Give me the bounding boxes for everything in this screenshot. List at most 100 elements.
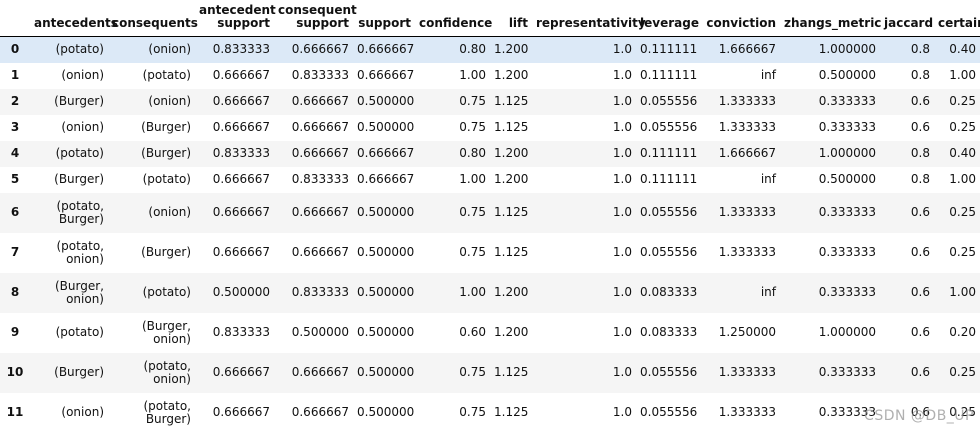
cell-certainty: 0.20	[949, 325, 976, 339]
row-index: 9	[10, 325, 20, 339]
cell-leverage: 0.111111	[640, 146, 698, 160]
cell-antecedents: (potato)	[55, 325, 104, 339]
cell-antecedents: (potato)	[55, 146, 104, 160]
row-index: 6	[10, 205, 20, 219]
cell-certainty: 1.00	[949, 172, 976, 186]
cell-conviction: inf	[760, 285, 776, 299]
cell-lift: 1.125	[494, 405, 529, 419]
cell-lift: 1.200	[494, 146, 529, 160]
cell-zhangs-metric: 1.000000	[818, 325, 876, 339]
row-index: 11	[6, 405, 24, 419]
cell-consequent-support: 0.666667	[291, 365, 349, 379]
cell-confidence: 1.00	[459, 68, 486, 82]
row-index: 0	[10, 42, 20, 57]
cell-zhangs-metric: 0.500000	[818, 68, 876, 82]
cell-confidence: 1.00	[459, 172, 486, 186]
cell-zhangs-metric: 0.333333	[818, 405, 876, 419]
cell-confidence: 0.75	[459, 94, 486, 108]
cell-representativity: 1.0	[612, 94, 632, 108]
table-row[interactable]: 6 (potato, Burger) (onion) 0.666667 0.666667…	[0, 192, 980, 233]
cell-leverage: 0.055556	[640, 205, 698, 219]
cell-confidence: 0.75	[459, 245, 486, 259]
table-row[interactable]: 10 (Burger) (potato, onion) 0.666667 0.66666…	[0, 352, 980, 393]
cell-jaccard: 0.6	[910, 94, 930, 108]
cell-consequent-support: 0.666667	[291, 42, 349, 57]
cell-consequents: (potato)	[142, 172, 191, 186]
column-header-conviction: conviction	[700, 0, 780, 37]
cell-consequents: (Burger)	[141, 146, 191, 160]
cell-representativity: 1.0	[612, 285, 632, 299]
table-row[interactable]: 9 (potato) (Burger, onion) 0.833333 0.500000…	[0, 312, 980, 353]
cell-confidence: 0.75	[459, 365, 486, 379]
cell-representativity: 1.0	[612, 42, 632, 57]
cell-conviction: 1.333333	[718, 245, 776, 259]
column-header-antecedent-support: antecedent support	[195, 0, 276, 37]
cell-representativity: 1.0	[612, 172, 632, 186]
cell-antecedent-support: 0.666667	[212, 94, 270, 108]
cell-conviction: 1.333333	[718, 405, 776, 419]
table-row[interactable]: 3 (onion) (Burger) 0.666667 0.666667 0.500000…	[0, 114, 980, 141]
cell-jaccard: 0.8	[910, 42, 930, 57]
cell-consequents: (potato, Burger)	[143, 398, 191, 426]
cell-leverage: 0.055556	[640, 94, 698, 108]
cell-support: 0.500000	[357, 120, 415, 134]
cell-zhangs-metric: 0.333333	[818, 245, 876, 259]
cell-certainty: 0.25	[949, 405, 976, 419]
cell-support: 0.500000	[357, 205, 415, 219]
cell-consequent-support: 0.666667	[291, 205, 349, 219]
cell-zhangs-metric: 0.500000	[818, 172, 876, 186]
table-row[interactable]: 8 (Burger, onion) (potato) 0.500000 0.833333…	[0, 272, 980, 313]
row-index: 7	[10, 245, 20, 259]
cell-antecedent-support: 0.833333	[212, 325, 270, 339]
cell-jaccard: 0.6	[910, 365, 930, 379]
cell-leverage: 0.055556	[640, 245, 698, 259]
column-header-zhangs-metric: zhangs_metric	[780, 0, 881, 37]
cell-support: 0.500000	[357, 405, 415, 419]
cell-certainty: 1.00	[949, 285, 976, 299]
table-row[interactable]: 0 (potato) (onion) 0.833333 0.666667 0.666667…	[0, 36, 980, 63]
row-index: 5	[10, 172, 20, 186]
cell-lift: 1.200	[494, 285, 529, 299]
cell-antecedent-support: 0.666667	[212, 365, 270, 379]
cell-jaccard: 0.8	[910, 172, 930, 186]
cell-zhangs-metric: 0.333333	[818, 120, 876, 134]
column-header-representativity: representativity	[532, 0, 646, 37]
cell-antecedent-support: 0.666667	[212, 68, 270, 82]
table-row[interactable]: 5 (Burger) (potato) 0.666667 0.833333 0.66666…	[0, 166, 980, 193]
cell-antecedents: (Burger)	[54, 365, 104, 379]
cell-support: 0.500000	[357, 245, 415, 259]
cell-leverage: 0.111111	[640, 68, 698, 82]
cell-consequents: (onion)	[148, 205, 191, 219]
cell-leverage: 0.055556	[640, 365, 698, 379]
cell-consequent-support: 0.666667	[291, 405, 349, 419]
cell-antecedents: (Burger)	[54, 94, 104, 108]
header-row: antecedents consequents antecedent suppo…	[0, 0, 980, 37]
row-index: 10	[6, 365, 24, 379]
table-row[interactable]: 2 (Burger) (onion) 0.666667 0.666667 0.500000…	[0, 88, 980, 115]
cell-representativity: 1.0	[612, 120, 632, 134]
cell-antecedent-support: 0.833333	[212, 42, 270, 57]
cell-consequents: (Burger)	[141, 245, 191, 259]
cell-lift: 1.125	[494, 365, 529, 379]
column-header-lift: lift	[490, 0, 532, 37]
cell-confidence: 0.80	[459, 42, 486, 57]
cell-jaccard: 0.6	[910, 405, 930, 419]
cell-leverage: 0.083333	[640, 325, 698, 339]
cell-consequents: (Burger, onion)	[142, 318, 191, 346]
cell-lift: 1.200	[494, 172, 529, 186]
cell-jaccard: 0.6	[910, 245, 930, 259]
table-row[interactable]: 4 (potato) (Burger) 0.833333 0.666667 0.66666…	[0, 140, 980, 167]
cell-support: 0.500000	[357, 325, 415, 339]
index-header	[0, 0, 30, 37]
table-row[interactable]: 11 (onion) (potato, Burger) 0.666667 0.66666…	[0, 392, 980, 433]
cell-jaccard: 0.6	[910, 285, 930, 299]
column-header-jaccard: jaccard	[880, 0, 934, 37]
cell-leverage: 0.111111	[640, 42, 698, 57]
cell-conviction: 1.333333	[718, 205, 776, 219]
cell-consequent-support: 0.833333	[291, 285, 349, 299]
table-row[interactable]: 7 (potato, onion) (Burger) 0.666667 0.666667…	[0, 232, 980, 273]
cell-jaccard: 0.6	[910, 120, 930, 134]
cell-certainty: 0.25	[949, 120, 976, 134]
table-row[interactable]: 1 (onion) (potato) 0.666667 0.833333 0.666667…	[0, 62, 980, 89]
cell-leverage: 0.111111	[640, 172, 698, 186]
